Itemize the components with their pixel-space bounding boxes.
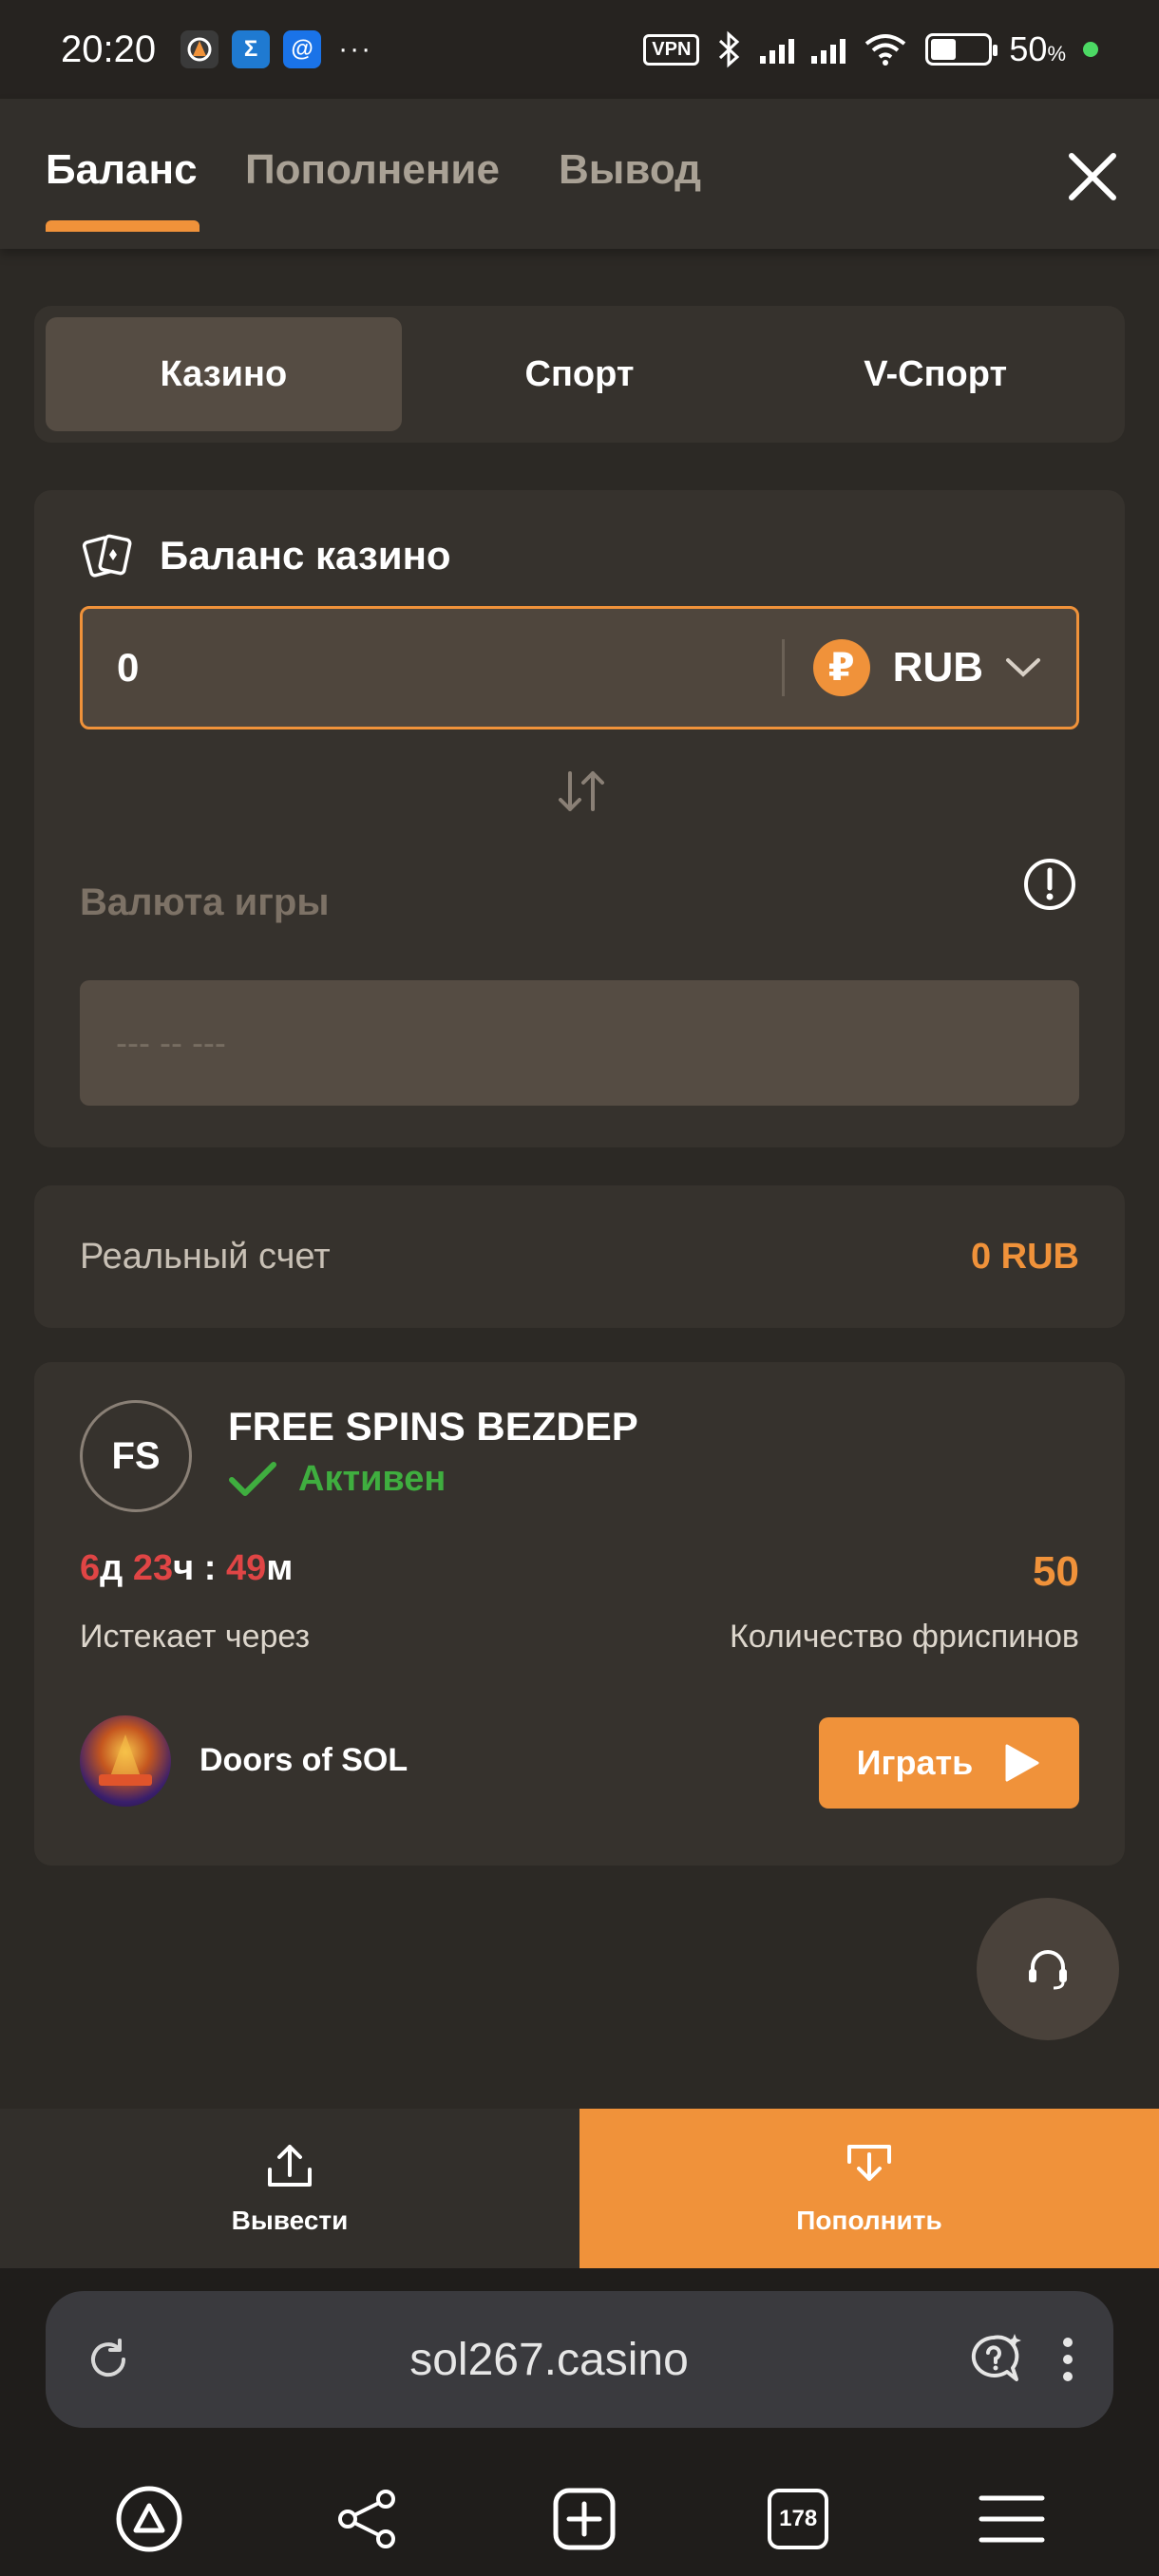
segment-v-sport[interactable]: V-Спорт: [757, 317, 1113, 431]
modal-header: Баланс Пополнение Вывод: [0, 99, 1159, 249]
play-button-label: Играть: [856, 1743, 974, 1782]
menu-icon[interactable]: [978, 2492, 1046, 2546]
divider: [781, 639, 785, 696]
new-tab-icon[interactable]: [550, 2485, 618, 2553]
currency-select[interactable]: RUB: [893, 644, 983, 691]
deposit-button[interactable]: Пополнить: [580, 2109, 1159, 2268]
app-notification-icon: [180, 30, 219, 68]
amount-value[interactable]: 0: [117, 645, 782, 691]
real-account-label: Реальный счет: [80, 1236, 331, 1277]
timer-hours-unit: ч: [173, 1548, 195, 1588]
signal-icon-2: [811, 35, 846, 64]
browser-chrome: sol267.casino 178: [0, 2268, 1159, 2576]
real-account-value: 0 RUB: [970, 1236, 1079, 1277]
game-currency-field[interactable]: --- -- ---: [80, 980, 1079, 1106]
check-icon: [229, 1461, 276, 1496]
timer-days-unit: д: [100, 1548, 124, 1588]
deposit-label: Пополнить: [796, 2206, 942, 2235]
active-tab-indicator: [46, 220, 200, 232]
bonus-card: FS FREE SPINS BEZDEP Активен 6д 23ч : 49…: [34, 1362, 1125, 1866]
info-icon[interactable]: [1022, 857, 1077, 912]
chevron-down-icon[interactable]: [1004, 656, 1042, 679]
ruble-icon: ₽: [812, 639, 870, 696]
expiry-timer: 6д 23ч : 49м: [80, 1548, 293, 1589]
notification-icons: Σ @: [180, 30, 322, 68]
card-title: Баланс казино: [160, 533, 451, 578]
freespins-count: 50: [1033, 1548, 1079, 1595]
bonus-title: FREE SPINS BEZDEP: [228, 1404, 638, 1449]
vpn-icon: VPN: [643, 33, 700, 66]
game-name[interactable]: Doors of SOL: [200, 1742, 408, 1779]
ai-assistant-icon[interactable]: [965, 2328, 1028, 2391]
browser-nav-bar: 178: [0, 2462, 1159, 2576]
more-notifications-icon: ···: [338, 33, 373, 65]
timer-days: 6: [80, 1548, 101, 1588]
timer-minutes-unit: м: [266, 1548, 294, 1588]
bonus-status-text: Активен: [298, 1459, 446, 1499]
url-bar[interactable]: sol267.casino: [46, 2291, 1113, 2428]
battery-unit: %: [1047, 42, 1066, 66]
timer-separator: :: [194, 1548, 226, 1588]
wifi-icon: [865, 34, 906, 66]
mail-app-icon: @: [283, 30, 322, 68]
game-thumbnail[interactable]: [80, 1715, 171, 1807]
play-icon: [1005, 1744, 1039, 1782]
timer-hours: 23: [132, 1548, 174, 1588]
headset-icon: [1029, 1950, 1067, 1990]
alice-assistant-icon[interactable]: [113, 2483, 185, 2555]
tabs-counter[interactable]: 178: [768, 2489, 829, 2549]
upload-icon: [268, 2145, 312, 2187]
url-text[interactable]: sol267.casino: [133, 2334, 965, 2386]
real-account-row: Реальный счет 0 RUB: [34, 1185, 1125, 1328]
withdraw-button[interactable]: Вывести: [0, 2109, 580, 2268]
bonus-status: Активен: [228, 1459, 446, 1500]
tab-deposit[interactable]: Пополнение: [245, 146, 500, 194]
share-icon[interactable]: [334, 2486, 401, 2552]
wallet-actions: Вывести Пополнить: [0, 2109, 1159, 2268]
cards-icon: [82, 534, 132, 578]
status-bar: 20:20 Σ @ ··· VPN 50%: [0, 0, 1159, 99]
sigma-app-icon: Σ: [232, 30, 271, 68]
segment-sport[interactable]: Спорт: [402, 317, 758, 431]
swap-arrows-icon[interactable]: [553, 767, 610, 815]
support-button[interactable]: [977, 1898, 1119, 2040]
battery-percent: 50: [1009, 29, 1048, 68]
tab-withdraw[interactable]: Вывод: [559, 146, 701, 194]
download-icon: [847, 2145, 891, 2181]
status-time: 20:20: [61, 28, 157, 70]
signal-icon: [760, 35, 795, 64]
bluetooth-icon: [719, 30, 740, 68]
timer-minutes: 49: [225, 1548, 267, 1588]
more-vertical-icon[interactable]: [1060, 2335, 1075, 2384]
close-icon[interactable]: [1062, 146, 1123, 207]
tab-balance[interactable]: Баланс: [46, 146, 198, 194]
casino-balance-card: Баланс казино 0 ₽ RUB Валюта игры --- --…: [34, 490, 1125, 1147]
battery-icon: [925, 33, 998, 66]
play-button[interactable]: Играть: [819, 1717, 1079, 1809]
amount-input[interactable]: 0 ₽ RUB: [80, 606, 1079, 729]
bonus-avatar: FS: [80, 1400, 192, 1512]
wallet-type-switch: Казино Спорт V-Спорт: [34, 306, 1125, 443]
reload-icon[interactable]: [84, 2335, 133, 2384]
segment-casino[interactable]: Казино: [46, 317, 402, 431]
status-dot-icon: [1083, 42, 1098, 57]
game-currency-label: Валюта игры: [80, 881, 330, 923]
freespins-count-label: Количество фриспинов: [729, 1619, 1079, 1655]
expires-label: Истекает через: [80, 1619, 311, 1655]
withdraw-label: Вывести: [231, 2206, 349, 2235]
